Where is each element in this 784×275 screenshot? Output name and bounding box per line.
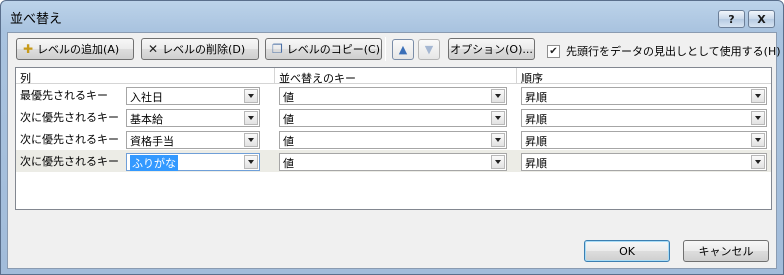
order-select-value: 昇順 (525, 113, 547, 126)
order-select-value: 昇順 (525, 135, 547, 148)
toolbar: ✚ レベルの追加(A) ✕ レベルの削除(D) ❐ レベルのコピー(C) ▲ ▼… (8, 33, 781, 67)
chevron-down-icon[interactable] (244, 155, 258, 169)
column-select-value: 基本給 (130, 113, 163, 126)
order-select[interactable]: 昇順 (521, 87, 767, 105)
column-select[interactable]: 資格手当 (126, 131, 260, 149)
close-button[interactable]: X (748, 10, 775, 28)
sort-on-select-value: 値 (283, 135, 294, 148)
column-select-value: 入社日 (130, 91, 163, 104)
up-arrow-icon: ▲ (398, 43, 408, 56)
header-divider (516, 68, 517, 84)
sort-on-select-value: 値 (283, 157, 294, 170)
options-label: オプション(O)... (450, 43, 533, 56)
sort-level-row[interactable]: 次に優先されるキー 基本給 値 昇順 (16, 106, 771, 128)
dialog-body: ✚ レベルの追加(A) ✕ レベルの削除(D) ❐ レベルのコピー(C) ▲ ▼… (7, 32, 781, 269)
order-select[interactable]: 昇順 (521, 153, 767, 171)
copy-icon: ❐ (272, 42, 283, 56)
help-button[interactable]: ? (718, 10, 745, 28)
dialog-title: 並べ替え (10, 12, 63, 27)
ok-button[interactable]: OK (584, 240, 670, 262)
toolbar-separator (385, 37, 386, 61)
sort-on-select-value: 値 (283, 113, 294, 126)
ok-label: OK (619, 244, 635, 258)
move-down-button[interactable]: ▼ (418, 39, 440, 60)
order-select-value: 昇順 (525, 157, 547, 170)
order-select-value: 昇順 (525, 91, 547, 104)
order-select[interactable]: 昇順 (521, 131, 767, 149)
chevron-down-icon[interactable] (491, 133, 505, 147)
options-button[interactable]: オプション(O)... (448, 38, 535, 60)
column-select-value: 資格手当 (130, 135, 174, 148)
header-row-checkbox[interactable]: ✔ 先頭行をデータの見出しとして使用する(H) (547, 43, 781, 59)
sort-level-row-selected[interactable]: 次に優先されるキー ふりがな 値 昇順 (16, 150, 771, 172)
order-select[interactable]: 昇順 (521, 109, 767, 127)
sort-on-select[interactable]: 値 (279, 87, 507, 105)
header-row-checkbox-label: 先頭行をデータの見出しとして使用する(H) (566, 45, 781, 58)
chevron-down-icon[interactable] (491, 89, 505, 103)
cancel-button[interactable]: キャンセル (683, 240, 769, 262)
chevron-down-icon[interactable] (244, 89, 258, 103)
chevron-down-icon[interactable] (751, 155, 765, 169)
add-level-button[interactable]: ✚ レベルの追加(A) (16, 38, 134, 60)
level-label: 次に優先されるキー (20, 155, 119, 168)
add-level-icon: ✚ (23, 42, 34, 56)
add-level-label: レベルの追加(A) (37, 43, 120, 56)
level-label: 次に優先されるキー (20, 111, 119, 124)
title-bar: 並べ替え ? X (1, 1, 783, 31)
column-select[interactable]: ふりがな (126, 153, 260, 171)
copy-level-label: レベルのコピー(C) (286, 43, 381, 56)
chevron-down-icon[interactable] (751, 89, 765, 103)
chevron-down-icon[interactable] (244, 133, 258, 147)
header-divider (274, 68, 275, 84)
delete-level-button[interactable]: ✕ レベルの削除(D) (141, 38, 259, 60)
move-up-button[interactable]: ▲ (392, 39, 414, 60)
sort-on-select[interactable]: 値 (279, 131, 507, 149)
copy-level-button[interactable]: ❐ レベルのコピー(C) (265, 38, 382, 60)
chevron-down-icon[interactable] (491, 155, 505, 169)
sort-levels-grid: 列 並べ替えのキー 順序 最優先されるキー 入社日 値 昇順 次に優先されるキー… (15, 67, 772, 210)
sort-on-select[interactable]: 値 (279, 109, 507, 127)
checkbox-check-icon[interactable]: ✔ (547, 44, 560, 58)
sort-on-select-value: 値 (283, 91, 294, 104)
column-select-value: ふりがな (130, 155, 178, 171)
sort-dialog: 並べ替え ? X ✚ レベルの追加(A) ✕ レベルの削除(D) ❐ レベルのコ… (0, 0, 784, 275)
grid-header: 列 並べ替えのキー 順序 (16, 68, 771, 85)
cancel-label: キャンセル (698, 245, 754, 258)
delete-icon: ✕ (148, 42, 159, 56)
sort-level-row[interactable]: 次に優先されるキー 資格手当 値 昇順 (16, 128, 771, 150)
chevron-down-icon[interactable] (751, 111, 765, 125)
level-label: 最優先されるキー (20, 89, 108, 102)
column-select[interactable]: 入社日 (126, 87, 260, 105)
delete-level-label: レベルの削除(D) (162, 43, 246, 56)
down-arrow-icon: ▼ (424, 43, 434, 56)
chevron-down-icon[interactable] (751, 133, 765, 147)
column-select[interactable]: 基本給 (126, 109, 260, 127)
level-label: 次に優先されるキー (20, 133, 119, 146)
sort-on-select[interactable]: 値 (279, 153, 507, 171)
sort-level-row[interactable]: 最優先されるキー 入社日 値 昇順 (16, 84, 771, 106)
chevron-down-icon[interactable] (244, 111, 258, 125)
chevron-down-icon[interactable] (491, 111, 505, 125)
